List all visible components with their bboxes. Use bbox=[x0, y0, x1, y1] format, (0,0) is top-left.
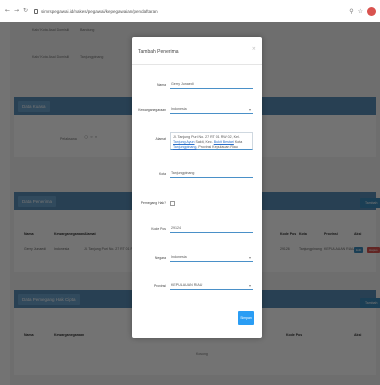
chevron-down-icon: ▾ bbox=[248, 283, 251, 288]
alamat-link-1: Tanjung Ayun bbox=[173, 140, 195, 144]
modal-title: Tambah Penerima bbox=[138, 49, 179, 55]
kota-input[interactable]: Tanjungpinang bbox=[170, 170, 253, 178]
tambah-penerima-modal: Tambah Penerima × Nama Gerry Junaedi Kew… bbox=[132, 37, 262, 338]
modal-header: Tambah Penerima × bbox=[132, 37, 262, 65]
negara-label: Negara bbox=[154, 256, 166, 260]
kodepos-input[interactable]: 29124 bbox=[170, 225, 253, 233]
zoom-icon[interactable]: ⚲ bbox=[349, 8, 353, 15]
provinsi-label: Provinsi bbox=[153, 284, 166, 288]
alamat-link-3: Tanjungpinang bbox=[173, 145, 197, 149]
alamat-textarea[interactable]: Jl. Tanjung Puri No. 27 RT 01 RW 02, Kel… bbox=[170, 132, 253, 150]
kewarganegaraan-label: Kewarganegaraan bbox=[138, 108, 166, 112]
provinsi-value: KEPULAUAN RIAU bbox=[171, 283, 203, 287]
lock-icon bbox=[34, 8, 38, 14]
kewarganegaraan-select[interactable]: Indonesia ▾ bbox=[170, 106, 253, 114]
profile-avatar[interactable] bbox=[367, 6, 376, 16]
back-icon[interactable]: ← bbox=[4, 6, 11, 16]
close-icon[interactable]: × bbox=[252, 46, 256, 52]
save-button[interactable]: Simpan bbox=[238, 311, 254, 325]
negara-select[interactable]: Indonesia ▾ bbox=[170, 254, 253, 262]
kota-label: Kota bbox=[159, 172, 166, 176]
alamat-link-2: Bukit Bestari bbox=[213, 140, 234, 144]
alamat-text-3: Kota bbox=[234, 140, 243, 144]
chevron-down-icon: ▾ bbox=[248, 255, 251, 260]
negara-value: Indonesia bbox=[171, 255, 187, 259]
pemegang-checkbox[interactable] bbox=[170, 201, 175, 206]
nama-input[interactable]: Gerry Junaedi bbox=[170, 81, 253, 89]
chevron-down-icon: ▾ bbox=[248, 107, 251, 112]
browser-toolbar: ← → ↻ simrspegawai.id/nakes/pegawai/kepe… bbox=[0, 0, 380, 22]
forward-icon[interactable]: → bbox=[13, 6, 20, 16]
nama-label: Nama bbox=[156, 83, 166, 87]
pemegang-label: Pemegang Hak? bbox=[140, 201, 166, 205]
alamat-text-2: Sakti, Kec. bbox=[195, 140, 213, 144]
kodepos-label: Kode Pos bbox=[151, 227, 166, 231]
kewarganegaraan-value: Indonesia bbox=[171, 107, 187, 111]
reload-icon[interactable]: ↻ bbox=[22, 6, 29, 16]
alamat-text-1: Jl. Tanjung Puri No. 27 RT 01 RW 02, Kel… bbox=[173, 135, 240, 139]
provinsi-select[interactable]: KEPULAUAN RIAU ▾ bbox=[170, 282, 253, 290]
address-bar[interactable]: simrspegawai.id/nakes/pegawai/kepegawaia… bbox=[41, 9, 158, 14]
alamat-text-4: , Provinsi Kepulauan Riau bbox=[196, 145, 238, 149]
alamat-label: Alamat bbox=[155, 137, 166, 141]
star-icon[interactable]: ☆ bbox=[358, 8, 363, 15]
